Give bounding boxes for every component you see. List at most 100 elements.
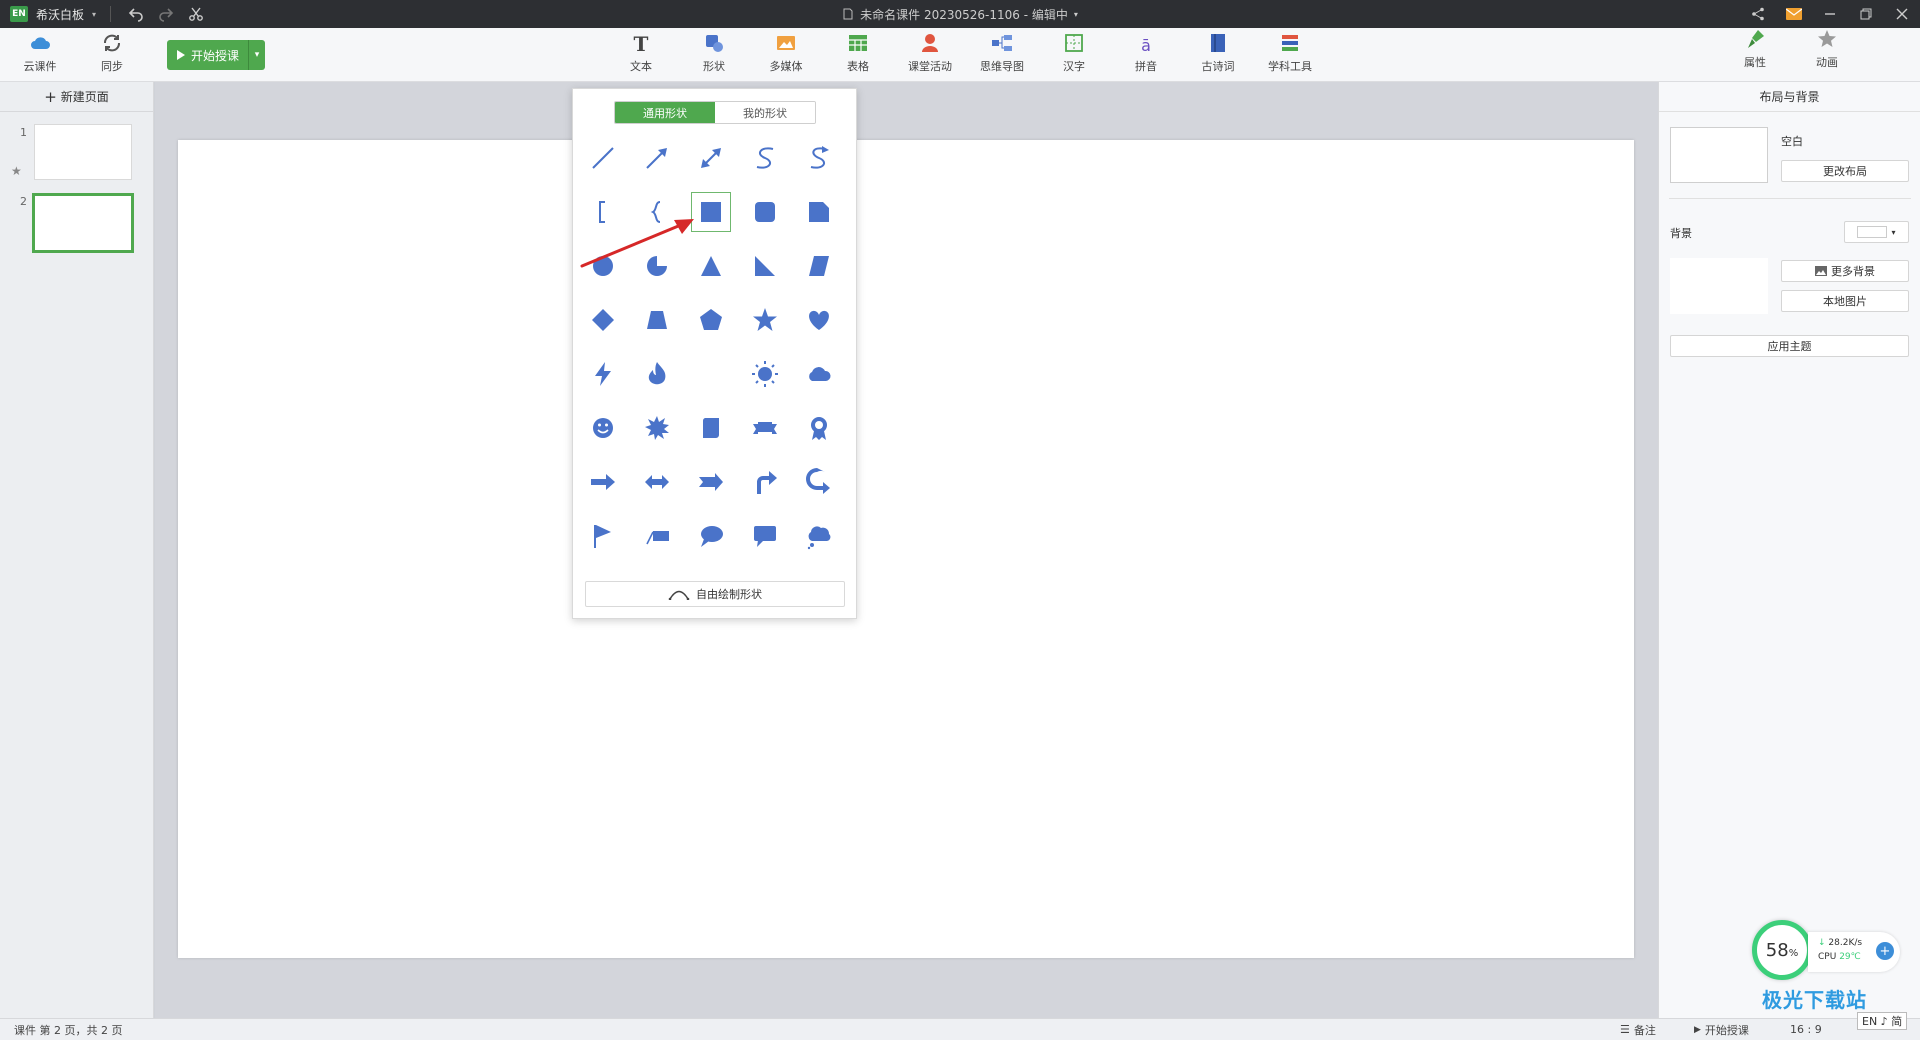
color-swatch <box>1857 226 1888 238</box>
tool-subject-button[interactable]: 学科工具 <box>1262 32 1318 78</box>
new-page-button[interactable]: + 新建页面 <box>0 82 153 112</box>
shape-option-badge[interactable] <box>799 408 839 448</box>
ime-indicator[interactable]: EN ♪ 简 <box>1857 1012 1908 1030</box>
redo-icon[interactable] <box>155 3 177 25</box>
tool-poem-button[interactable]: 古诗词 <box>1190 32 1246 78</box>
notes-button[interactable]: ☰ 备注 <box>1620 1022 1656 1038</box>
shape-option-star[interactable] <box>745 300 785 340</box>
flag-icon <box>594 525 611 548</box>
tool-shape-button[interactable]: 形状 <box>686 32 742 78</box>
shape-option-arrow-line[interactable] <box>637 138 677 178</box>
tool-activity-button[interactable]: 课堂活动 <box>902 32 958 78</box>
shape-option-moon[interactable] <box>691 354 731 394</box>
shape-option-double-arrow-line[interactable] <box>691 138 731 178</box>
shape-option-lightning[interactable] <box>583 354 623 394</box>
local-image-button[interactable]: 本地图片 <box>1781 290 1909 312</box>
system-monitor-widget[interactable]: 58% ↓ 28.2K/s CPU 29℃ + <box>1752 920 1900 982</box>
shape-option-flame[interactable] <box>637 354 677 394</box>
background-preview[interactable] <box>1670 258 1768 314</box>
cloud-courseware-button[interactable]: 云课件 <box>12 32 68 78</box>
slide-canvas[interactable] <box>178 140 1634 958</box>
more-background-button[interactable]: 更多背景 <box>1781 260 1909 282</box>
cpu-percent: 58 <box>1765 939 1789 961</box>
add-icon[interactable]: + <box>1876 942 1894 960</box>
shape-option-rounded-square[interactable] <box>745 192 785 232</box>
restore-icon[interactable] <box>1848 3 1884 25</box>
shape-option-right-triangle[interactable] <box>745 246 785 286</box>
tool-table-button[interactable]: 表格 <box>830 32 886 78</box>
app-menu-chevron-icon[interactable]: ▾ <box>92 10 96 19</box>
mail-icon[interactable] <box>1776 3 1812 25</box>
shape-option-cloud[interactable] <box>799 354 839 394</box>
shape-option-callout-line[interactable] <box>637 516 677 556</box>
shape-option-notched-arrow[interactable] <box>691 462 731 502</box>
shape-option-s-curve[interactable] <box>745 138 785 178</box>
star-icon[interactable]: ★ <box>11 164 22 178</box>
cpu-gauge: 58% <box>1752 920 1812 980</box>
shape-option-diamond[interactable] <box>583 300 623 340</box>
aspect-ratio[interactable]: 16 : 9 <box>1790 1023 1822 1036</box>
shape-picker-popup: 通用形状 我的形状 自由绘制形状 <box>572 88 857 619</box>
tool-text-button[interactable]: T 文本 <box>613 32 669 78</box>
tool-pinyin-button[interactable]: ā 拼音 <box>1118 32 1174 78</box>
scissors-icon[interactable] <box>185 3 207 25</box>
animation-button[interactable]: 动画 <box>1799 28 1855 74</box>
background-color-picker[interactable]: ▾ <box>1844 221 1909 243</box>
change-layout-button[interactable]: 更改布局 <box>1781 160 1909 182</box>
tool-hanzi-button[interactable]: 汉字 <box>1046 32 1102 78</box>
properties-panel: 布局与背景 空白 更改布局 背景 ▾ 更多背景 本地图片 应用主题 <box>1658 82 1920 1018</box>
shape-option-rect-callout[interactable] <box>745 516 785 556</box>
apply-theme-button[interactable]: 应用主题 <box>1670 335 1909 357</box>
status-start-button[interactable]: ▶ 开始授课 <box>1694 1022 1749 1038</box>
shape-option-line[interactable] <box>583 138 623 178</box>
layout-preview[interactable] <box>1670 127 1768 183</box>
text-icon: T <box>634 32 649 54</box>
shape-option-smiley[interactable] <box>583 408 623 448</box>
shape-option-scroll[interactable] <box>691 408 731 448</box>
page-thumbnail-1[interactable] <box>34 124 132 180</box>
shape-option-u-turn-arrow[interactable] <box>799 462 839 502</box>
shape-option-ribbon[interactable] <box>745 408 785 448</box>
shape-option-flag[interactable] <box>583 516 623 556</box>
shape-option-burst[interactable] <box>637 408 677 448</box>
shape-option-left-right-arrow[interactable] <box>637 462 677 502</box>
shape-option-heart[interactable] <box>799 300 839 340</box>
undo-icon[interactable] <box>125 3 147 25</box>
page-number: 2 <box>20 195 27 208</box>
tool-text-label: 文本 <box>630 60 652 73</box>
tab-my-shapes[interactable]: 我的形状 <box>715 102 815 123</box>
callout-line-icon <box>646 531 669 545</box>
rounded-square-icon <box>755 202 775 222</box>
status-bar: 课件 第 2 页，共 2 页 ☰ 备注 ▶ 开始授课 16 : 9 <box>0 1018 1920 1040</box>
more-background-label: 更多背景 <box>1831 265 1875 278</box>
shape-option-snip-square[interactable] <box>799 192 839 232</box>
shape-option-turn-arrow[interactable] <box>745 462 785 502</box>
shape-option-right-arrow[interactable] <box>583 462 623 502</box>
shape-option-trapezoid[interactable] <box>637 300 677 340</box>
free-draw-shape-button[interactable]: 自由绘制形状 <box>585 581 845 607</box>
start-teaching-button[interactable]: 开始授课 ▾ <box>167 40 265 70</box>
app-name[interactable]: 希沃白板 <box>36 6 84 23</box>
lightning-icon <box>595 362 611 386</box>
shape-option-sun[interactable] <box>745 354 785 394</box>
properties-button[interactable]: 属性 <box>1727 28 1783 74</box>
share-icon[interactable] <box>1740 3 1776 25</box>
table-icon <box>849 35 867 51</box>
shape-option-parallelogram[interactable] <box>799 246 839 286</box>
shape-option-oval-callout[interactable] <box>691 516 731 556</box>
close-icon[interactable] <box>1884 3 1920 25</box>
tool-subject-label: 学科工具 <box>1268 60 1312 73</box>
net-stats: ↓ 28.2K/s CPU 29℃ + <box>1808 932 1900 972</box>
tab-common-shapes[interactable]: 通用形状 <box>615 102 715 123</box>
start-teaching-dropdown-icon[interactable]: ▾ <box>249 50 265 60</box>
shape-option-cloud-callout[interactable] <box>799 516 839 556</box>
shape-option-s-curve-arrow[interactable] <box>799 138 839 178</box>
tool-media-button[interactable]: 多媒体 <box>758 32 814 78</box>
shape-option-pentagon[interactable] <box>691 300 731 340</box>
doc-title-chevron-icon[interactable]: ▾ <box>1074 10 1078 19</box>
sync-button[interactable]: 同步 <box>84 32 140 78</box>
page-thumbnail-2[interactable] <box>32 193 134 253</box>
minimize-icon[interactable] <box>1812 3 1848 25</box>
tool-mindmap-button[interactable]: 思维导图 <box>974 32 1030 78</box>
free-draw-icon <box>668 590 690 600</box>
